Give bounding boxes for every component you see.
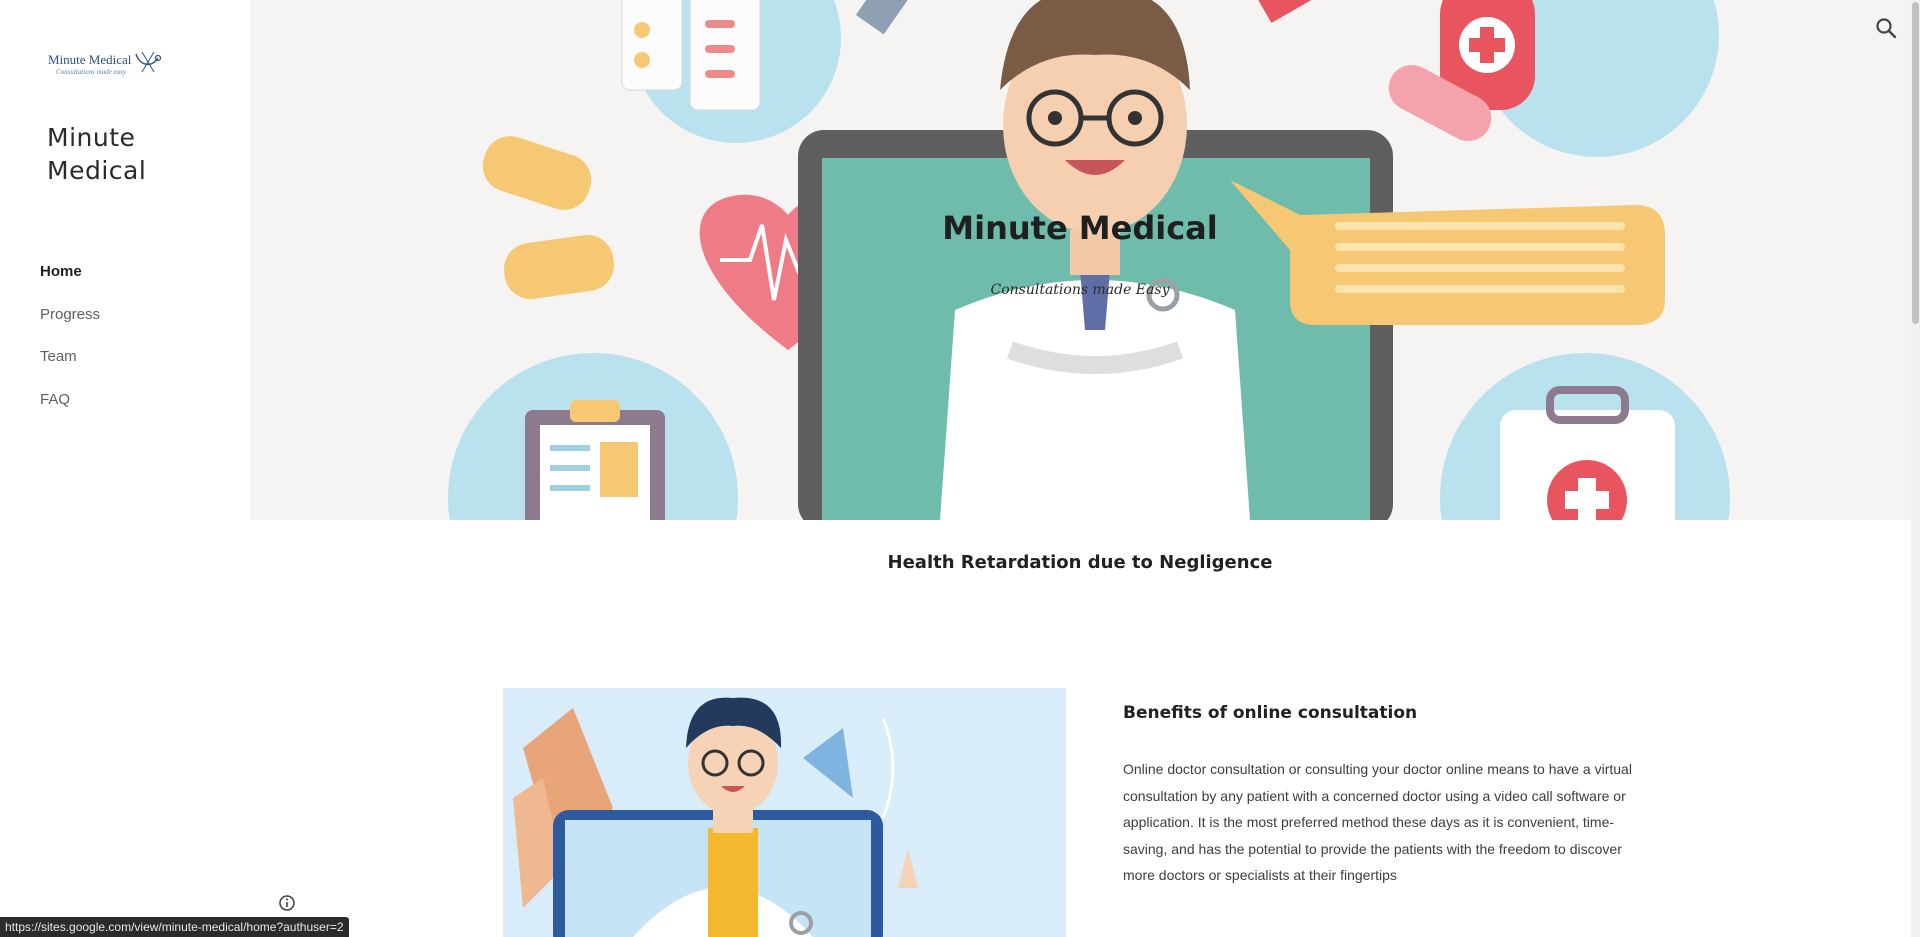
search-button[interactable] bbox=[1872, 14, 1900, 42]
doctor-illustration bbox=[503, 688, 1066, 937]
nav-item-progress[interactable]: Progress bbox=[40, 305, 100, 348]
site-info-button[interactable] bbox=[278, 894, 296, 912]
logo-tagline: Consultations made easy bbox=[56, 68, 126, 76]
search-icon bbox=[1876, 18, 1897, 39]
hero-title: Minute Medical bbox=[942, 209, 1218, 247]
logo-text: Minute Medical bbox=[48, 52, 132, 67]
site-title[interactable]: Minute Medical bbox=[47, 121, 207, 187]
section-heading: Health Retardation due to Negligence bbox=[887, 552, 1273, 573]
status-bar-url: https://sites.google.com/view/minute-med… bbox=[0, 917, 349, 937]
nav-item-home[interactable]: Home bbox=[40, 262, 100, 305]
hero-banner: Minute Medical Consultations made Easy bbox=[250, 0, 1920, 520]
site-nav: Home Progress Team FAQ bbox=[40, 262, 100, 432]
sidebar: Minute Medical Consultations made easy M… bbox=[0, 0, 250, 937]
page-scrollbar[interactable] bbox=[1911, 0, 1920, 937]
nav-item-faq[interactable]: FAQ bbox=[40, 390, 100, 433]
site-logo[interactable]: Minute Medical Consultations made easy bbox=[48, 48, 162, 84]
nav-item-team[interactable]: Team bbox=[40, 347, 100, 390]
scrollbar-thumb[interactable] bbox=[1912, 2, 1919, 324]
info-icon bbox=[279, 895, 295, 911]
benefits-body: Online doctor consultation or consulting… bbox=[1123, 761, 1632, 884]
stethoscope-logo-icon bbox=[135, 51, 162, 73]
online-consultation-image bbox=[503, 688, 1066, 937]
hero-illustration bbox=[448, 0, 1730, 520]
benefits-title: Benefits of online consultation bbox=[1123, 703, 1418, 723]
hero-subtitle: Consultations made Easy bbox=[990, 282, 1170, 298]
